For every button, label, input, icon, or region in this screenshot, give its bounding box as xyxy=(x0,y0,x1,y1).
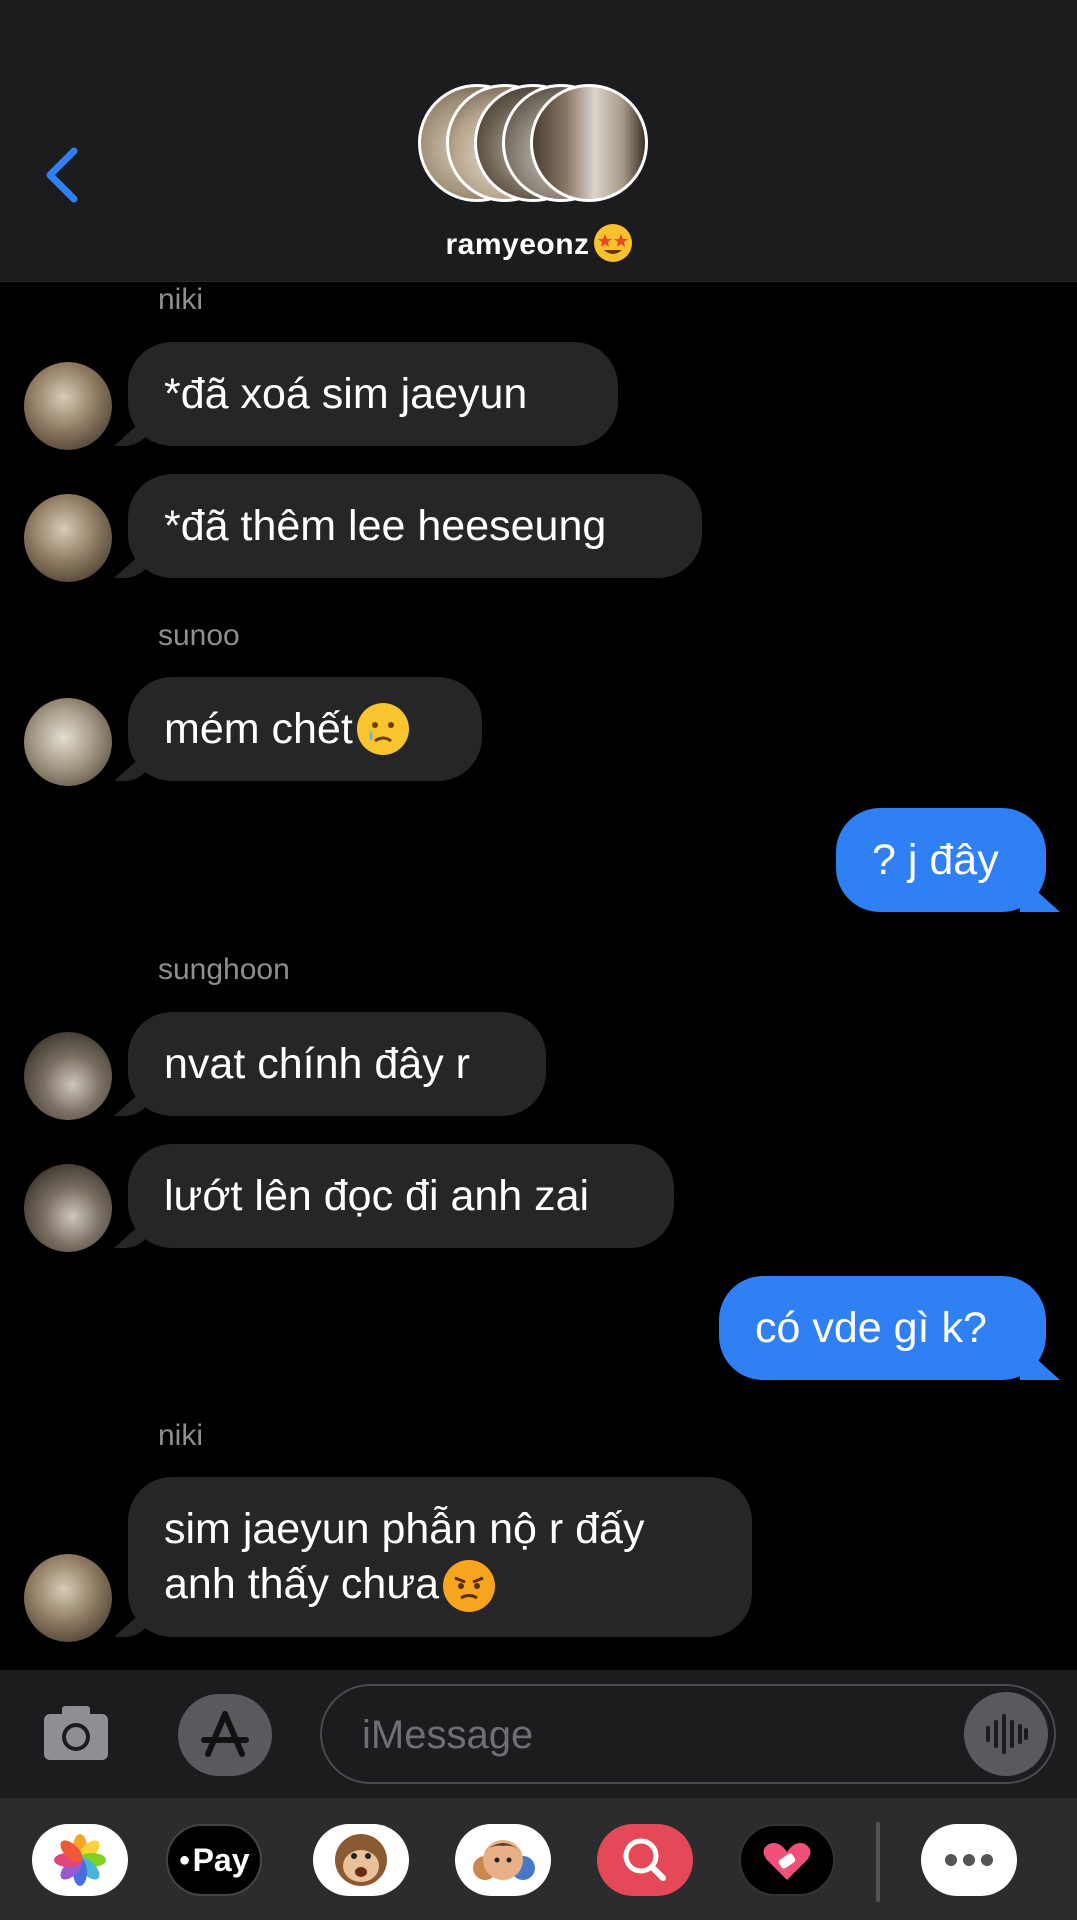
audio-waveform-icon[interactable] xyxy=(964,1692,1048,1776)
message-bubble[interactable]: mém chết xyxy=(128,677,482,781)
message-bubble[interactable]: *đã xoá sim jaeyun xyxy=(128,342,618,446)
group-name[interactable]: ramyeonz xyxy=(0,224,1077,262)
message-bubble[interactable]: sim jaeyun phẫn nộ r đấy anh thấy chưa xyxy=(128,1477,752,1637)
apple-pay-icon[interactable]: ● Pay xyxy=(166,1824,262,1896)
camera-icon[interactable] xyxy=(40,1698,112,1770)
sender-name: niki xyxy=(158,1419,204,1452)
memoji-icon[interactable] xyxy=(455,1824,551,1896)
compose-bar xyxy=(0,1670,1077,1798)
crying-face-emoji xyxy=(356,703,409,755)
message-bubble[interactable]: lướt lên đọc đi anh zai xyxy=(128,1144,674,1248)
photos-icon[interactable] xyxy=(32,1824,128,1896)
sender-name: niki xyxy=(158,283,204,316)
conversation-header: ramyeonz xyxy=(0,0,1077,282)
app-drawer: ● Pay xyxy=(0,1798,1077,1920)
star-struck-emoji xyxy=(593,224,632,262)
sender-name: sunghoon xyxy=(158,953,290,986)
message-bubble-outgoing[interactable]: có vde gì k? xyxy=(719,1276,1046,1380)
image-search-icon[interactable] xyxy=(597,1824,693,1896)
drawer-divider xyxy=(876,1822,880,1902)
avatar[interactable] xyxy=(24,494,112,582)
avatar[interactable] xyxy=(24,362,112,450)
animoji-monkey-icon[interactable] xyxy=(313,1824,409,1896)
message-bubble-outgoing[interactable]: ? j đây xyxy=(836,808,1046,912)
more-icon[interactable] xyxy=(921,1824,1017,1896)
message-input-container xyxy=(320,1684,1056,1784)
angry-face-emoji xyxy=(443,1560,496,1613)
member-avatar xyxy=(530,84,648,202)
sender-name: sunoo xyxy=(158,619,240,652)
app-store-icon[interactable] xyxy=(178,1694,272,1776)
digital-touch-icon[interactable] xyxy=(739,1824,835,1896)
avatar[interactable] xyxy=(24,1554,112,1642)
avatar[interactable] xyxy=(24,1032,112,1120)
message-bubble[interactable]: *đã thêm lee heeseung xyxy=(128,474,702,578)
message-bubble[interactable]: nvat chính đây r xyxy=(128,1012,546,1116)
chevron-left-icon[interactable] xyxy=(40,145,90,205)
message-line: anh thấy chưa xyxy=(164,1557,496,1613)
group-avatar-stack[interactable] xyxy=(418,84,658,208)
avatar[interactable] xyxy=(24,1164,112,1252)
message-input[interactable] xyxy=(360,1686,924,1784)
avatar[interactable] xyxy=(24,698,112,786)
